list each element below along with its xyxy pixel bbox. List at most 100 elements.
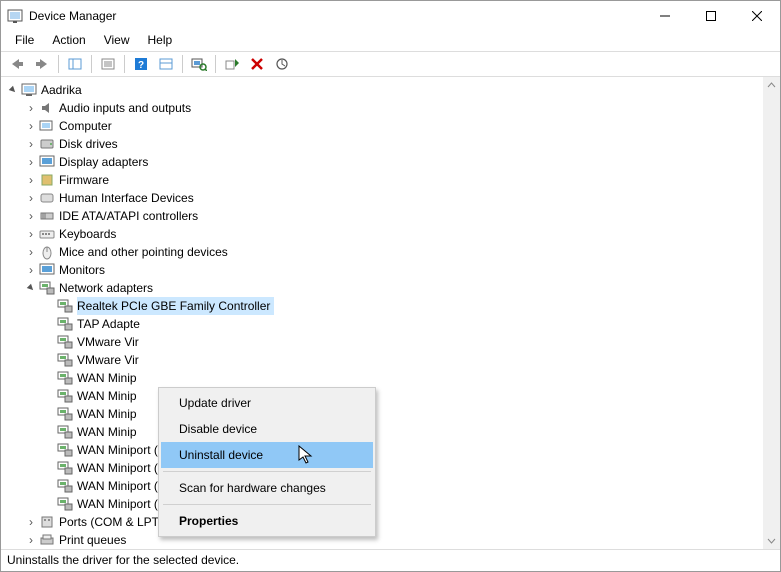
- expand-icon[interactable]: ›: [25, 171, 37, 189]
- nic-icon: [57, 334, 73, 350]
- tree-category[interactable]: › Computer: [7, 117, 780, 135]
- tree-category[interactable]: › IDE ATA/ATAPI controllers: [7, 207, 780, 225]
- status-text: Uninstalls the driver for the selected d…: [7, 553, 239, 567]
- display-icon: [39, 154, 55, 170]
- tree-category[interactable]: ›Mice and other pointing devices: [7, 243, 780, 261]
- scan-hardware-button[interactable]: [187, 53, 211, 75]
- menu-help[interactable]: Help: [140, 31, 181, 51]
- tree-label: Ports (COM & LPT): [59, 513, 163, 531]
- close-button[interactable]: [734, 1, 780, 31]
- ctx-scan-hardware[interactable]: Scan for hardware changes: [161, 475, 373, 501]
- tree-label: Aadrika: [41, 81, 82, 99]
- hid-icon: [39, 190, 55, 206]
- computer-icon: [39, 118, 55, 134]
- minimize-button[interactable]: [642, 1, 688, 31]
- tree-device[interactable]: WAN Miniport (PPTP): [7, 477, 780, 495]
- tree-label: IDE ATA/ATAPI controllers: [59, 207, 198, 225]
- update-driver-button[interactable]: [270, 53, 294, 75]
- properties-button[interactable]: [96, 53, 120, 75]
- tree-label: Realtek PCIe GBE Family Controller: [77, 297, 274, 315]
- tree-category[interactable]: › Print queues: [7, 531, 780, 549]
- tree-device[interactable]: WAN Miniport (Network Monitor): [7, 441, 780, 459]
- vertical-scrollbar[interactable]: [763, 77, 780, 549]
- toolbar: ?: [1, 51, 780, 77]
- tree-device[interactable]: WAN Minip: [7, 387, 780, 405]
- expand-icon[interactable]: ›: [25, 135, 37, 153]
- nic-icon: [57, 352, 73, 368]
- scroll-up-button[interactable]: [763, 77, 780, 94]
- tree-label: Firmware: [59, 171, 109, 189]
- collapse-icon[interactable]: [7, 85, 19, 95]
- tree-category[interactable]: › Human Interface Devices: [7, 189, 780, 207]
- tree-root[interactable]: Aadrika: [7, 81, 780, 99]
- collapse-icon[interactable]: [25, 283, 37, 293]
- tree-label: Human Interface Devices: [59, 189, 194, 207]
- view-options-button[interactable]: [154, 53, 178, 75]
- tree-label: VMware Vir: [77, 351, 139, 369]
- tree-device[interactable]: WAN Miniport (PPPOE): [7, 459, 780, 477]
- expand-icon[interactable]: ›: [25, 207, 37, 225]
- tree-device[interactable]: WAN Minip: [7, 405, 780, 423]
- tree-label: Disk drives: [59, 135, 118, 153]
- context-menu-separator: [163, 471, 371, 472]
- ctx-disable-device[interactable]: Disable device: [161, 416, 373, 442]
- expand-icon[interactable]: ›: [25, 117, 37, 135]
- ctx-properties[interactable]: Properties: [161, 508, 373, 534]
- menu-action[interactable]: Action: [44, 31, 93, 51]
- expand-icon[interactable]: ›: [25, 513, 37, 531]
- tree-label: Computer: [59, 117, 112, 135]
- statusbar: Uninstalls the driver for the selected d…: [1, 549, 780, 571]
- tree-category[interactable]: › Firmware: [7, 171, 780, 189]
- expand-icon[interactable]: ›: [25, 261, 37, 279]
- show-pane-button[interactable]: [63, 53, 87, 75]
- tree-device-selected[interactable]: Realtek PCIe GBE Family Controller: [7, 297, 780, 315]
- tree-device[interactable]: TAP Adapte: [7, 315, 780, 333]
- tree-device[interactable]: WAN Minip: [7, 423, 780, 441]
- forward-button[interactable]: [30, 53, 54, 75]
- mouse-icon: [39, 244, 55, 260]
- tree-device[interactable]: VMware Vir: [7, 351, 780, 369]
- menu-view[interactable]: View: [96, 31, 138, 51]
- tree-device[interactable]: WAN Miniport (SSTP): [7, 495, 780, 513]
- tree-category[interactable]: › Display adapters: [7, 153, 780, 171]
- tree-category[interactable]: › Ports (COM & LPT): [7, 513, 780, 531]
- back-button[interactable]: [5, 53, 29, 75]
- tree-label: Keyboards: [59, 225, 116, 243]
- uninstall-device-button[interactable]: [245, 53, 269, 75]
- ctx-uninstall-device[interactable]: Uninstall device: [161, 442, 373, 468]
- maximize-button[interactable]: [688, 1, 734, 31]
- tree-category[interactable]: › Keyboards: [7, 225, 780, 243]
- expand-icon[interactable]: ›: [25, 189, 37, 207]
- expand-icon[interactable]: ›: [25, 531, 37, 549]
- expand-icon[interactable]: ›: [25, 99, 37, 117]
- tree-category[interactable]: ›Monitors: [7, 261, 780, 279]
- nic-icon: [57, 370, 73, 386]
- tree-device[interactable]: WAN Minip: [7, 369, 780, 387]
- tree-device[interactable]: VMware Vir: [7, 333, 780, 351]
- expand-icon[interactable]: ›: [25, 225, 37, 243]
- nic-icon: [57, 478, 73, 494]
- tree-category[interactable]: › Disk drives: [7, 135, 780, 153]
- app-icon: [7, 8, 23, 24]
- tree-category-network[interactable]: Network adapters: [7, 279, 780, 297]
- nic-icon: [57, 424, 73, 440]
- nic-icon: [57, 388, 73, 404]
- nic-icon: [57, 496, 73, 512]
- ports-icon: [39, 514, 55, 530]
- help-button[interactable]: ?: [129, 53, 153, 75]
- tree-label: Display adapters: [59, 153, 148, 171]
- tree-label: WAN Minip: [77, 369, 137, 387]
- enable-device-button[interactable]: [220, 53, 244, 75]
- device-tree[interactable]: Aadrika ›Audio inputs and outputs › Compu…: [1, 77, 780, 549]
- ctx-update-driver[interactable]: Update driver: [161, 390, 373, 416]
- firmware-icon: [39, 172, 55, 188]
- menu-file[interactable]: File: [7, 31, 42, 51]
- tree-label: Print queues: [59, 531, 126, 549]
- expand-icon[interactable]: ›: [25, 243, 37, 261]
- scroll-down-button[interactable]: [763, 532, 780, 549]
- tree-category[interactable]: ›Audio inputs and outputs: [7, 99, 780, 117]
- ide-icon: [39, 208, 55, 224]
- window-title: Device Manager: [29, 9, 642, 23]
- expand-icon[interactable]: ›: [25, 153, 37, 171]
- tree-label: Network adapters: [59, 279, 153, 297]
